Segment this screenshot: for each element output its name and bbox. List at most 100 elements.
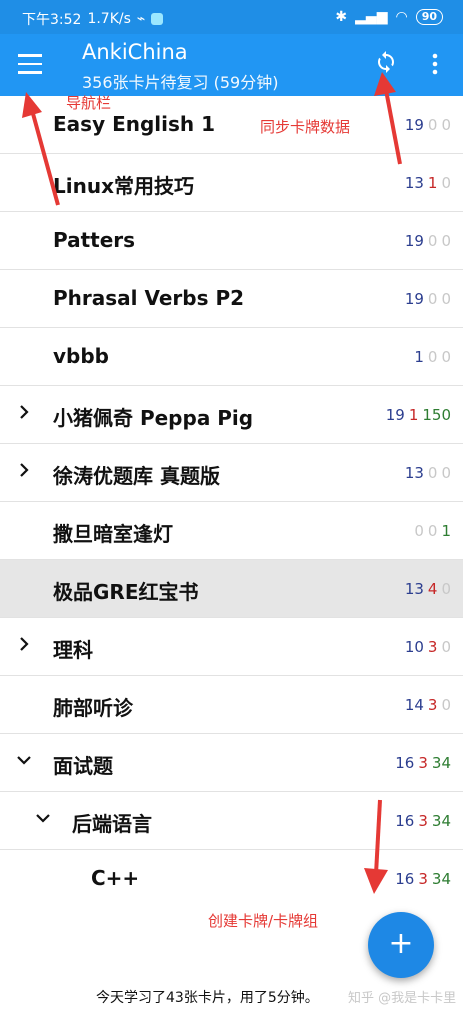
chevron-down-icon[interactable] bbox=[16, 752, 32, 768]
learn-count: 0 bbox=[427, 116, 438, 134]
deck-name: 肺部听诊 bbox=[53, 696, 133, 720]
bell-off-icon: ⌁ bbox=[136, 11, 146, 27]
deck-name: 小猪佩奇 Peppa Pig bbox=[53, 406, 254, 430]
due-summary: 356张卡片待复习 (59分钟) bbox=[82, 73, 279, 92]
deck-row[interactable]: 理科 10 3 0 bbox=[0, 618, 463, 676]
new-count: 10 bbox=[404, 638, 424, 656]
deck-list: Easy English 1 19 0 0 Linux常用技巧 13 1 0 P… bbox=[0, 96, 463, 907]
deck-counts: 19 0 0 bbox=[405, 290, 451, 308]
new-count: 13 bbox=[404, 580, 424, 598]
battery-indicator: 90 bbox=[415, 9, 443, 25]
app-title: AnkiChina bbox=[82, 40, 188, 64]
deck-name: Phrasal Verbs P2 bbox=[53, 286, 245, 310]
review-count: 0 bbox=[441, 174, 451, 192]
deck-counts: 19 1 150 bbox=[386, 406, 451, 424]
review-count: 0 bbox=[441, 116, 451, 134]
new-count: 19 bbox=[385, 406, 405, 424]
chevron-down-icon[interactable] bbox=[35, 810, 51, 826]
deck-counts: 13 0 0 bbox=[405, 464, 451, 482]
review-count: 34 bbox=[431, 812, 451, 830]
arrow-to-sync-icon bbox=[374, 72, 402, 165]
learn-count: 0 bbox=[427, 522, 438, 540]
deck-name: Patters bbox=[53, 228, 136, 252]
sync-icon[interactable] bbox=[374, 50, 398, 74]
deck-row[interactable]: 肺部听诊 14 3 0 bbox=[0, 676, 463, 734]
review-count: 34 bbox=[431, 754, 451, 772]
deck-row[interactable]: 小猪佩奇 Peppa Pig 19 1 150 bbox=[0, 386, 463, 444]
new-count: 14 bbox=[404, 696, 424, 714]
wifi-icon: ◠ bbox=[395, 9, 408, 25]
new-count: 13 bbox=[404, 464, 424, 482]
review-count: 0 bbox=[441, 348, 451, 366]
review-count: 34 bbox=[431, 870, 451, 888]
deck-row-selected[interactable]: 极品GRE红宝书 13 4 0 bbox=[0, 560, 463, 618]
review-count: 1 bbox=[441, 522, 451, 540]
deck-name: 极品GRE红宝书 bbox=[53, 580, 199, 604]
review-count: 150 bbox=[422, 406, 451, 424]
learn-count: 1 bbox=[427, 174, 438, 192]
deck-row[interactable]: 面试题 16 3 34 bbox=[0, 734, 463, 792]
annotation-nav: 导航栏 bbox=[66, 94, 112, 112]
watermark: 知乎 @我是卡卡里 bbox=[348, 991, 457, 1006]
arrow-to-fab-icon bbox=[364, 799, 388, 894]
new-count: 0 bbox=[414, 522, 424, 540]
status-speed: 1.7K/s bbox=[87, 11, 131, 27]
learn-count: 3 bbox=[427, 638, 438, 656]
review-count: 0 bbox=[441, 638, 451, 656]
chevron-right-icon[interactable] bbox=[16, 462, 32, 478]
new-count: 1 bbox=[414, 348, 424, 366]
deck-row[interactable]: vbbb 1 0 0 bbox=[0, 328, 463, 386]
deck-counts: 16 3 34 bbox=[395, 754, 451, 772]
deck-name: 后端语言 bbox=[72, 812, 152, 836]
deck-counts: 19 0 0 bbox=[405, 232, 451, 250]
deck-counts: 1 0 0 bbox=[414, 348, 451, 366]
more-vert-icon[interactable] bbox=[430, 52, 440, 76]
bluetooth-icon: ✱ bbox=[335, 9, 348, 25]
learn-count: 0 bbox=[427, 464, 438, 482]
deck-name: vbbb bbox=[53, 344, 109, 368]
deck-counts: 13 4 0 bbox=[405, 580, 451, 598]
signal-icon: ▂▄▆ bbox=[355, 9, 388, 25]
deck-counts: 10 3 0 bbox=[405, 638, 451, 656]
deck-counts: 14 3 0 bbox=[405, 696, 451, 714]
deck-name: 徐涛优题库 真题版 bbox=[53, 464, 220, 488]
learn-count: 3 bbox=[418, 812, 428, 830]
study-summary: 今天学习了43张卡片，用了5分钟。 bbox=[96, 990, 319, 1006]
status-time: 下午3:52 bbox=[22, 12, 82, 28]
new-count: 19 bbox=[404, 232, 424, 250]
deck-counts: 16 3 34 bbox=[395, 812, 451, 830]
annotation-create: 创建卡牌/卡牌组 bbox=[208, 912, 319, 930]
deck-counts: 13 1 0 bbox=[405, 174, 451, 192]
menu-icon[interactable] bbox=[18, 54, 42, 74]
review-count: 0 bbox=[441, 464, 451, 482]
deck-name: Linux常用技巧 bbox=[53, 174, 194, 198]
add-button[interactable]: + bbox=[368, 912, 434, 978]
learn-count: 4 bbox=[427, 580, 438, 598]
chevron-right-icon[interactable] bbox=[16, 636, 32, 652]
learn-count: 3 bbox=[418, 870, 428, 888]
app-notification-icon bbox=[151, 13, 164, 25]
new-count: 13 bbox=[404, 174, 424, 192]
review-count: 0 bbox=[441, 580, 451, 598]
learn-count: 0 bbox=[427, 290, 438, 308]
deck-counts: 0 0 1 bbox=[414, 522, 451, 540]
deck-row[interactable]: 徐涛优题库 真题版 13 0 0 bbox=[0, 444, 463, 502]
arrow-to-menu-icon bbox=[22, 92, 60, 206]
deck-name: C++ bbox=[91, 866, 140, 890]
deck-name: Easy English 1 bbox=[53, 112, 216, 136]
chevron-right-icon[interactable] bbox=[16, 404, 32, 420]
review-count: 0 bbox=[441, 232, 451, 250]
review-count: 0 bbox=[441, 290, 451, 308]
annotation-sync: 同步卡牌数据 bbox=[260, 118, 351, 136]
learn-count: 1 bbox=[408, 406, 419, 424]
deck-row[interactable]: Patters 19 0 0 bbox=[0, 212, 463, 270]
learn-count: 0 bbox=[427, 348, 438, 366]
new-count: 16 bbox=[395, 754, 415, 772]
study-summary-bar: 今天学习了43张卡片，用了5分钟。 知乎 @我是卡卡里 bbox=[0, 985, 463, 1013]
deck-name: 面试题 bbox=[53, 754, 113, 778]
deck-row[interactable]: Phrasal Verbs P2 19 0 0 bbox=[0, 270, 463, 328]
deck-row[interactable]: 撒旦暗室逢灯 0 0 1 bbox=[0, 502, 463, 560]
new-count: 19 bbox=[404, 290, 424, 308]
deck-name: 理科 bbox=[53, 638, 93, 662]
deck-counts: 16 3 34 bbox=[395, 870, 451, 888]
